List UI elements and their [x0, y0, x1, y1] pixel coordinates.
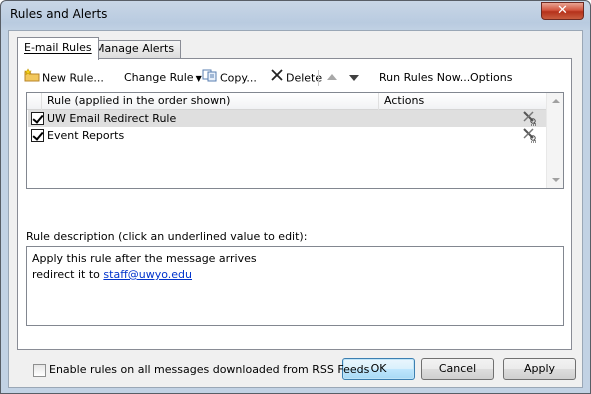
- redirect-address-link[interactable]: staff@uwyo.edu: [103, 268, 192, 281]
- title-bar[interactable]: Rules and Alerts ✕: [1, 1, 590, 29]
- list-item[interactable]: UW Email Redirect Rule: [28, 110, 546, 127]
- rss-rules-checkbox[interactable]: [33, 363, 46, 377]
- new-rule-label: New Rule...: [42, 71, 104, 85]
- tab-email-rules[interactable]: E-mail Rules: [17, 37, 99, 60]
- list-header: Rule (applied in the order shown) Action…: [27, 93, 547, 110]
- rule-description-label: Rule description (click an underlined va…: [26, 230, 308, 243]
- new-rule-button[interactable]: New Rule...: [24, 68, 104, 88]
- description-text: redirect it to: [32, 268, 100, 281]
- scroll-up-icon[interactable]: [552, 99, 560, 103]
- delete-label: Delete: [286, 71, 323, 85]
- dialog-client-area: E-mail Rules Manage Alerts New Rule... C…: [8, 30, 583, 388]
- options-button[interactable]: Options: [470, 68, 512, 88]
- rules-toolbar: New Rule... Change Rule ▼ Copy... Delete…: [24, 68, 564, 88]
- scroll-down-icon[interactable]: [552, 178, 560, 182]
- copy-icon: [202, 68, 218, 89]
- list-scrollbar[interactable]: [546, 93, 563, 188]
- close-icon: ✕: [557, 3, 568, 18]
- move-up-icon[interactable]: [327, 74, 337, 80]
- rule-actions-icon[interactable]: [522, 110, 538, 127]
- apply-button[interactable]: Apply: [503, 358, 576, 380]
- tab-manage-alerts[interactable]: Manage Alerts: [88, 40, 182, 58]
- tab-label: E-mail Rules: [24, 41, 92, 54]
- rss-rules-label: Enable rules on all messages downloaded …: [49, 363, 370, 376]
- run-rules-now-label: Run Rules Now...: [379, 71, 471, 84]
- rule-name: Event Reports: [47, 129, 125, 142]
- email-rules-panel: New Rule... Change Rule ▼ Copy... Delete…: [17, 58, 572, 377]
- description-line: Apply this rule after the message arrive…: [32, 252, 257, 265]
- rule-enabled-checkbox[interactable]: [31, 112, 44, 125]
- rule-description-box: Apply this rule after the message arrive…: [26, 246, 564, 326]
- run-rules-now-button[interactable]: Run Rules Now...: [379, 68, 470, 88]
- delete-button[interactable]: Delete: [270, 68, 322, 88]
- toolbar-separator: [318, 70, 319, 86]
- cancel-button[interactable]: Cancel: [421, 358, 494, 380]
- window-title: Rules and Alerts: [10, 7, 108, 21]
- new-rule-icon: [24, 68, 40, 89]
- copy-label: Copy...: [220, 71, 257, 85]
- column-header-rule[interactable]: Rule (applied in the order shown): [41, 93, 378, 110]
- column-header-actions[interactable]: Actions: [378, 93, 547, 110]
- chevron-down-icon: ▼: [195, 74, 202, 83]
- list-item[interactable]: Event Reports: [28, 127, 546, 144]
- options-label: Options: [470, 71, 513, 84]
- change-rule-label: Change Rule: [124, 71, 194, 84]
- tab-label: Manage Alerts: [95, 42, 175, 55]
- rule-enabled-checkbox[interactable]: [31, 129, 44, 142]
- rules-list[interactable]: Rule (applied in the order shown) Action…: [26, 92, 564, 189]
- description-line: redirect it to staff@uwyo.edu: [32, 267, 558, 283]
- rule-name: UW Email Redirect Rule: [47, 112, 177, 125]
- change-rule-button[interactable]: Change Rule ▼: [124, 68, 202, 88]
- copy-button[interactable]: Copy...: [202, 68, 257, 88]
- close-button[interactable]: ✕: [541, 2, 584, 20]
- rule-actions-icon[interactable]: [522, 127, 538, 144]
- rules-and-alerts-dialog: Rules and Alerts ✕ E-mail Rules Manage A…: [0, 0, 591, 394]
- move-down-icon[interactable]: [349, 75, 359, 81]
- delete-icon: [270, 68, 284, 89]
- rss-rules-option[interactable]: Enable rules on all messages downloaded …: [33, 363, 369, 377]
